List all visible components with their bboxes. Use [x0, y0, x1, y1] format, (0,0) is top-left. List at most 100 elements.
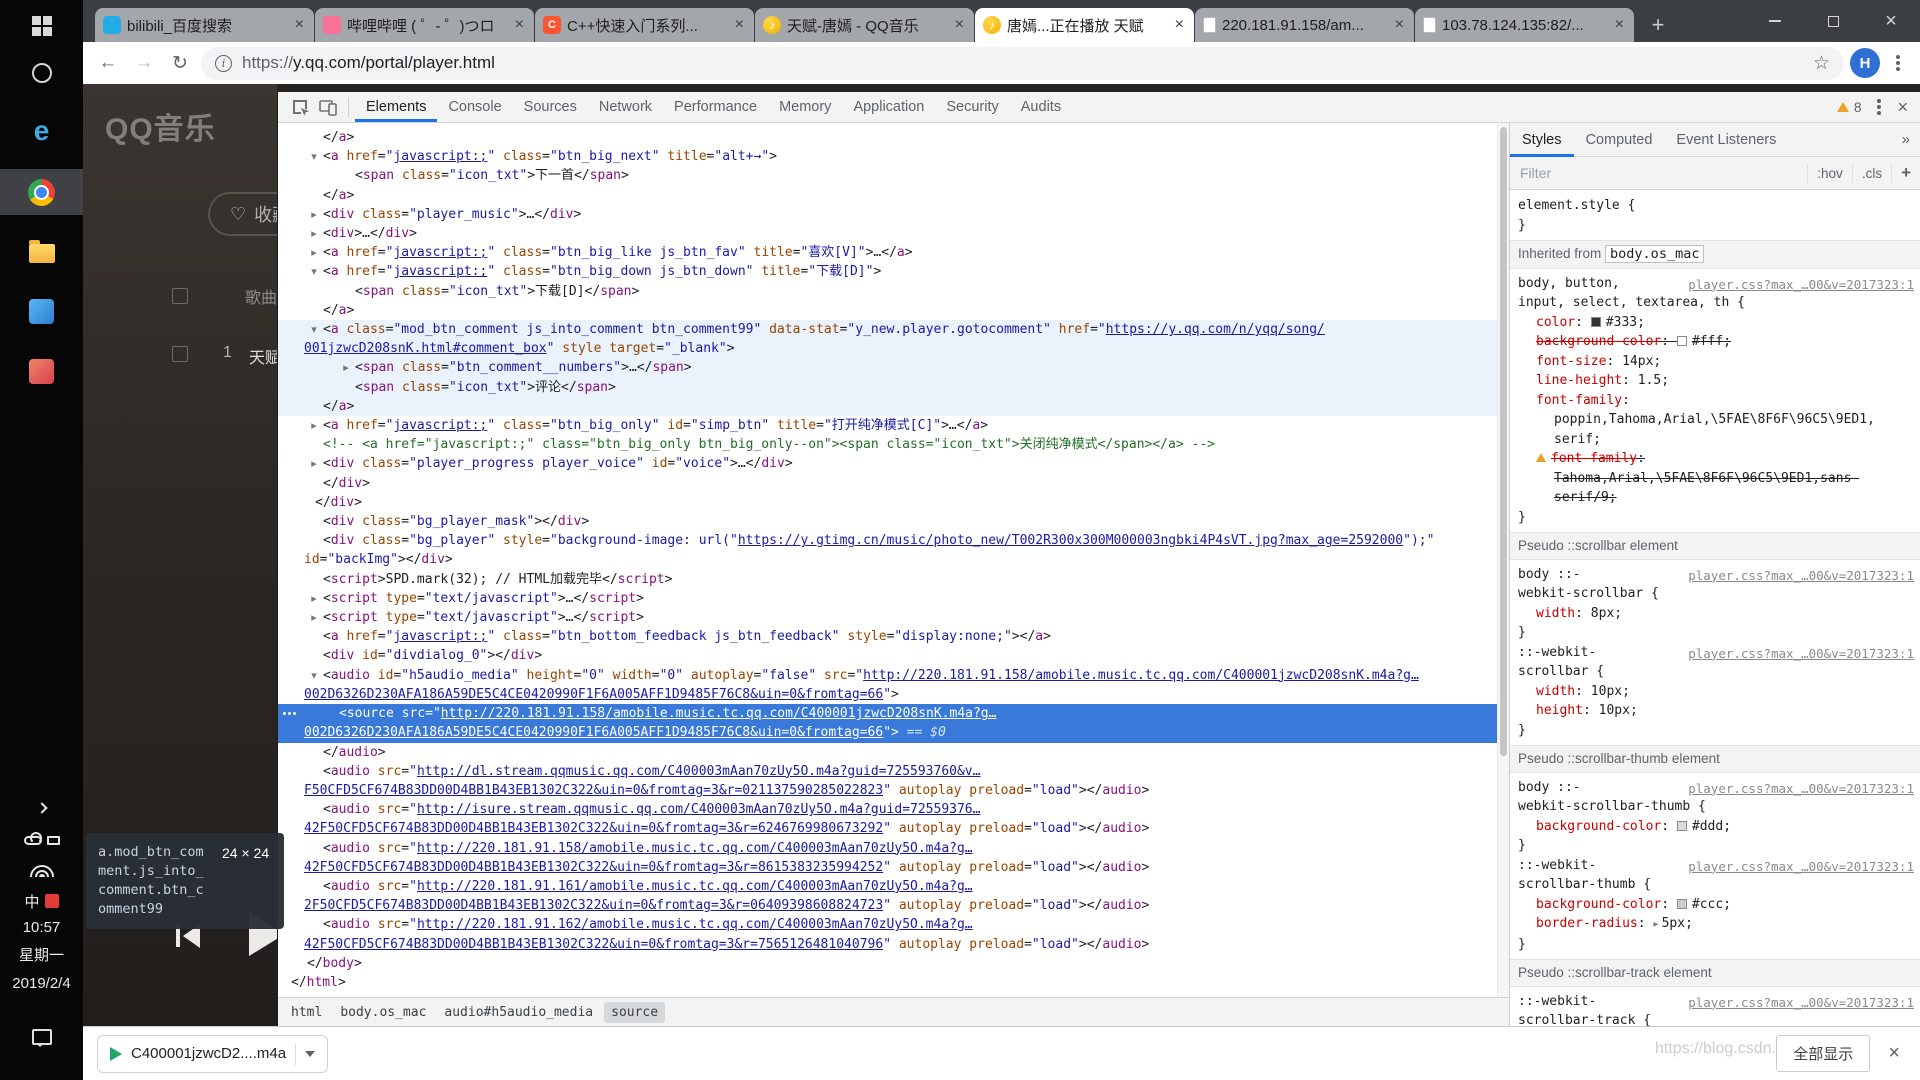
elements-scrollbar[interactable]: [1497, 123, 1509, 997]
devtools-tab-network[interactable]: Network: [588, 92, 663, 122]
download-item[interactable]: C400001jzwcD2....m4a: [97, 1035, 328, 1073]
download-menu-caret-icon[interactable]: [305, 1051, 315, 1057]
css-line[interactable]: }: [1510, 508, 1920, 528]
css-line[interactable]: font-size: 14px;: [1510, 352, 1920, 372]
elements-tree-row[interactable]: ▸<a href="javascript:;" class="btn_big_l…: [278, 243, 1497, 262]
collapse-arrow-icon[interactable]: ▾: [307, 320, 321, 339]
inherited-node-link[interactable]: body.os_mac: [1605, 245, 1704, 263]
tab-close-button[interactable]: ×: [953, 16, 966, 34]
styles-filter-input[interactable]: [1510, 165, 1807, 181]
browser-menu-icon[interactable]: [1896, 61, 1900, 65]
page-info-icon[interactable]: i: [215, 55, 232, 72]
css-line[interactable]: element.style {: [1510, 196, 1920, 216]
ime-tray-group[interactable]: 中: [0, 891, 83, 911]
scrollbar-thumb[interactable]: [1500, 127, 1507, 756]
css-line[interactable]: }: [1510, 216, 1920, 236]
expand-arrow-icon[interactable]: ▸: [307, 454, 321, 473]
elements-tree-row[interactable]: <script>SPD.mark(32); // HTML加载完毕</scrip…: [278, 570, 1497, 589]
css-line[interactable]: background-color: #fff;: [1510, 332, 1920, 352]
devtools-tab-elements[interactable]: Elements: [355, 92, 437, 122]
tray-expand-button[interactable]: [0, 798, 83, 818]
stylesheet-link[interactable]: player.css?max_…00&v=2017323:1: [1688, 993, 1914, 1013]
expand-value-icon[interactable]: ▸: [1653, 919, 1661, 930]
elements-tree-row[interactable]: <a href="javascript:;" class="btn_bottom…: [278, 627, 1497, 646]
expand-arrow-icon[interactable]: ▸: [307, 608, 321, 627]
elements-tree-row[interactable]: 2F50CFD5CF674B83DD00D4BB1B43EB1302C322&u…: [278, 896, 1497, 915]
css-line[interactable]: border-radius: ▸ 5px;: [1510, 914, 1920, 935]
show-all-downloads-button[interactable]: 全部显示: [1776, 1035, 1870, 1072]
css-line[interactable]: }: [1510, 623, 1920, 643]
css-line[interactable]: webkit-scrollbar {: [1510, 584, 1920, 604]
taskbar-item-red-app[interactable]: [0, 351, 83, 391]
song-checkbox[interactable]: [172, 346, 188, 362]
styles-toolbar-button[interactable]: .cls: [1852, 163, 1891, 183]
elements-tree-row[interactable]: </a>: [278, 128, 1497, 147]
css-line[interactable]: body ::-player.css?max_…00&v=2017323:1: [1510, 778, 1920, 798]
inspect-element-button[interactable]: [286, 92, 314, 122]
css-line[interactable]: font-family:: [1510, 391, 1920, 411]
elements-tree-row[interactable]: <audio src="http://220.181.91.158/amobil…: [278, 839, 1497, 858]
window-close-button[interactable]: ×: [1862, 0, 1920, 42]
avatar[interactable]: H: [1850, 48, 1880, 78]
qq-music-logo[interactable]: QQ音乐: [105, 104, 216, 148]
css-line[interactable]: }: [1510, 935, 1920, 955]
expand-arrow-icon[interactable]: ▸: [307, 416, 321, 435]
css-line[interactable]: font-family:: [1510, 449, 1920, 469]
expand-arrow-icon[interactable]: ▸: [307, 243, 321, 262]
css-line[interactable]: ::-webkit-player.css?max_…00&v=2017323:1: [1510, 992, 1920, 1012]
css-line[interactable]: height: 10px;: [1510, 701, 1920, 721]
tab-close-button[interactable]: ×: [733, 16, 746, 34]
elements-tree-row[interactable]: <audio src="http://isure.stream.qqmusic.…: [278, 800, 1497, 819]
elements-tree-row[interactable]: 42F50CFD5CF674B83DD00D4BB1B43EB1302C322&…: [278, 858, 1497, 877]
css-line[interactable]: input, select, textarea, th {: [1510, 293, 1920, 313]
devtools-tab-performance[interactable]: Performance: [663, 92, 768, 122]
cortana-button[interactable]: [0, 53, 83, 93]
select-all-checkbox[interactable]: [172, 288, 188, 304]
css-line[interactable]: width: 10px;: [1510, 682, 1920, 702]
device-toolbar-button[interactable]: [314, 92, 342, 122]
elements-tree-row[interactable]: <div class="bg_player_mask"></div>: [278, 512, 1497, 531]
elements-tree-row[interactable]: <source src="http://220.181.91.158/amobi…: [278, 704, 1497, 723]
tab-close-button[interactable]: ×: [293, 16, 306, 34]
css-line[interactable]: Tahoma,Arial,\5FAE\8F6F\96C5\9ED1,sans-: [1510, 469, 1920, 489]
tab-close-button[interactable]: ×: [1173, 16, 1186, 34]
sidebar-tab-computed[interactable]: Computed: [1574, 123, 1665, 157]
elements-tree-row[interactable]: ▸<script type="text/javascript">…</scrip…: [278, 589, 1497, 608]
elements-tree-row[interactable]: </a>: [278, 301, 1497, 320]
reload-button[interactable]: ↻: [165, 48, 195, 78]
elements-tree-row[interactable]: </a>: [278, 186, 1497, 205]
elements-tree-row[interactable]: ▸<a href="javascript:;" class="btn_big_o…: [278, 416, 1497, 435]
elements-tree-row[interactable]: 42F50CFD5CF674B83DD00D4BB1B43EB1302C322&…: [278, 819, 1497, 838]
css-line[interactable]: body, button,player.css?max_…00&v=201732…: [1510, 274, 1920, 294]
css-line[interactable]: ::-webkit-player.css?max_…00&v=2017323:1: [1510, 856, 1920, 876]
css-line[interactable]: scrollbar-thumb {: [1510, 875, 1920, 895]
network-button[interactable]: [0, 860, 83, 880]
expand-arrow-icon[interactable]: ▸: [307, 205, 321, 224]
url-text[interactable]: https://y.qq.com/portal/player.html: [242, 53, 495, 73]
css-line[interactable]: }: [1510, 836, 1920, 856]
tab-close-button[interactable]: ×: [1613, 16, 1626, 34]
css-line[interactable]: width: 8px;: [1510, 604, 1920, 624]
elements-tree-row[interactable]: 002D6326D230AFA186A59DE5C4CE0420990F1F6A…: [278, 723, 1497, 742]
devtools-tab-application[interactable]: Application: [842, 92, 935, 122]
elements-tree-row[interactable]: ▸<div>…</div>: [278, 224, 1497, 243]
css-line[interactable]: scrollbar {: [1510, 662, 1920, 682]
browser-tab[interactable]: ♪唐嫣...正在播放 天赋×: [975, 8, 1194, 42]
devtools-tab-sources[interactable]: Sources: [513, 92, 588, 122]
elements-tree-row[interactable]: </audio>: [278, 743, 1497, 762]
css-line[interactable]: color: #333;: [1510, 313, 1920, 333]
css-line[interactable]: line-height: 1.5;: [1510, 371, 1920, 391]
css-line[interactable]: background-color: #ccc;: [1510, 895, 1920, 915]
stylesheet-link[interactable]: player.css?max_…00&v=2017323:1: [1688, 566, 1914, 586]
css-line[interactable]: poppin,Tahoma,Arial,\5FAE\8F6F\96C5\9ED1…: [1510, 410, 1920, 430]
collapse-arrow-icon[interactable]: ▾: [307, 147, 321, 166]
taskbar-clock[interactable]: 10:57 星期一 2019/2/4: [0, 914, 83, 998]
css-line[interactable]: serif;: [1510, 430, 1920, 450]
elements-tree-row[interactable]: </div>: [278, 474, 1497, 493]
tab-close-button[interactable]: ×: [513, 16, 526, 34]
address-bar[interactable]: i https://y.qq.com/portal/player.html ☆: [201, 47, 1844, 80]
elements-tree-row[interactable]: ▾<audio id="h5audio_media" height="0" wi…: [278, 666, 1497, 685]
song-title[interactable]: 天赋: [249, 344, 277, 368]
window-minimize-button[interactable]: [1746, 0, 1804, 42]
devtools-tab-console[interactable]: Console: [437, 92, 512, 122]
